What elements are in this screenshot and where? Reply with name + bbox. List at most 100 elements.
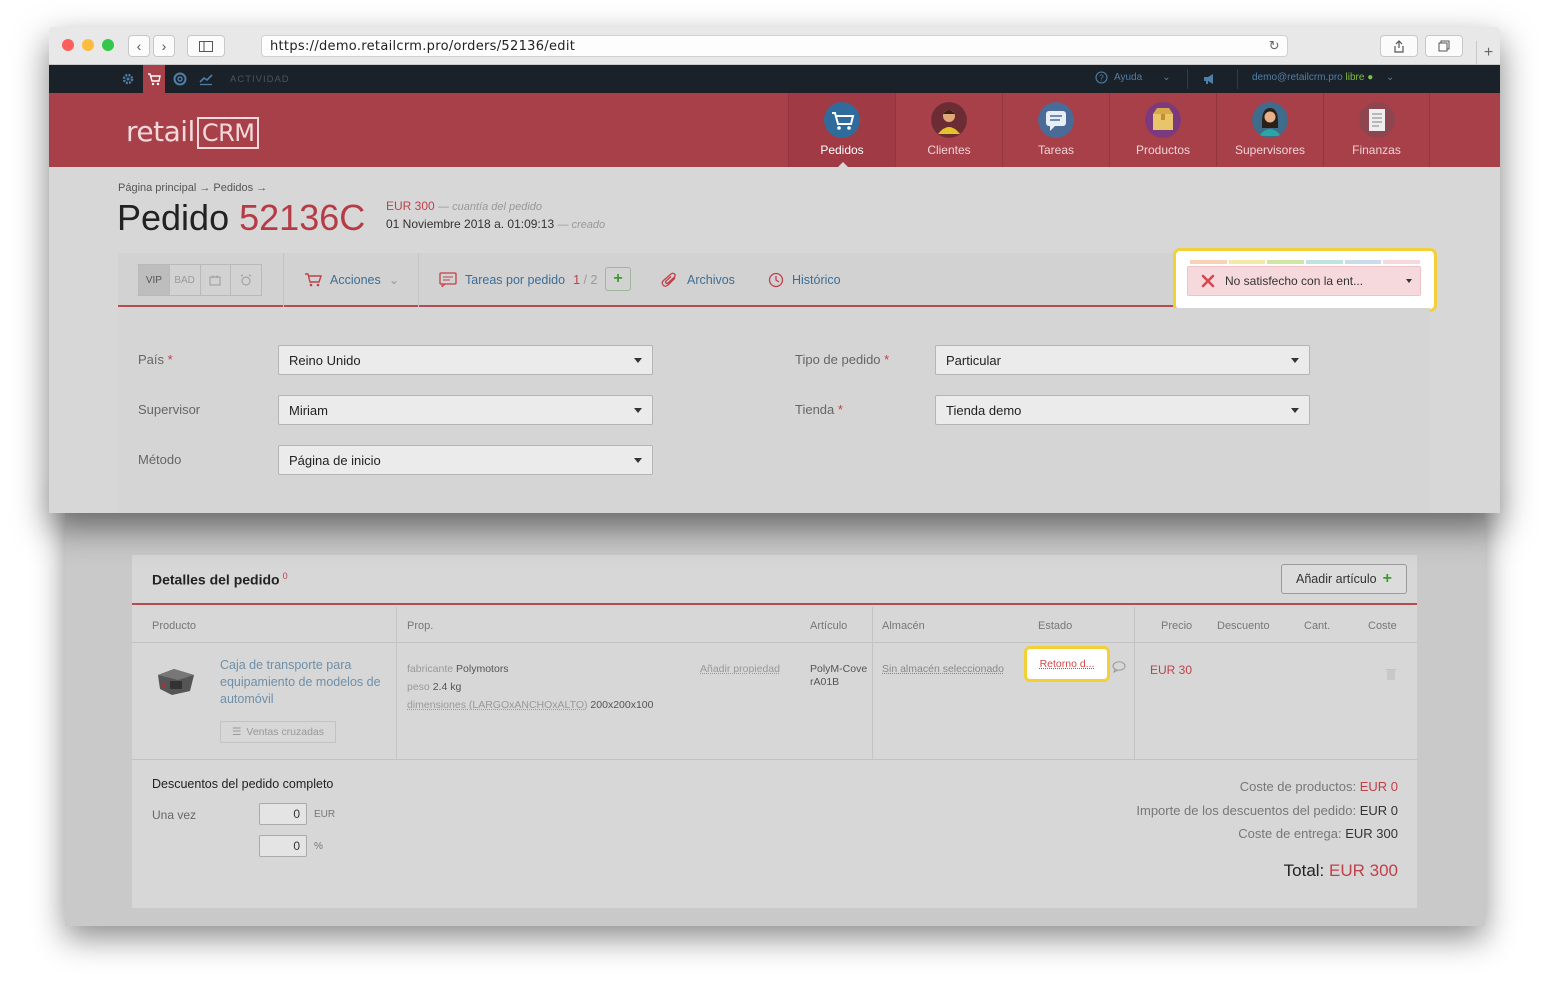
status-group-colors	[1190, 260, 1421, 264]
cross-sell-button[interactable]: ☰ Ventas cruzadas	[220, 721, 336, 743]
order-tags: VIP BAD	[138, 264, 262, 296]
history-label: Histórico	[792, 273, 841, 287]
url-text: https://demo.retailcrm.pro/orders/52136/…	[270, 39, 576, 54]
reload-icon[interactable]: ↻	[1269, 39, 1280, 54]
prop-dimensions: dimensiones (LARGOxANCHOxALTO) 200x200x1…	[407, 699, 653, 711]
order-total: Total: EUR 300	[1284, 861, 1398, 881]
megaphone-icon[interactable]	[1202, 72, 1216, 86]
dropdown-caret-icon	[634, 358, 642, 363]
tabs-button[interactable]	[1425, 35, 1463, 57]
tag-bad[interactable]: BAD	[170, 265, 201, 295]
discount-percent-input[interactable]: 0	[259, 835, 307, 857]
supervisor-select[interactable]: Miriam	[278, 395, 653, 425]
tag-vip[interactable]: VIP	[139, 265, 170, 295]
minimize-window-button[interactable]	[82, 39, 94, 51]
svg-text:?: ?	[1099, 74, 1104, 83]
store-select[interactable]: Tienda demo	[935, 395, 1310, 425]
order-type-value: Particular	[946, 353, 1001, 368]
actions-menu[interactable]: Acciones ⌄	[304, 272, 399, 287]
nav-productos[interactable]: Productos	[1109, 93, 1216, 167]
activity-label[interactable]: ACTIVIDAD	[230, 74, 290, 85]
sidebar-toggle-button[interactable]	[187, 35, 225, 57]
col-product: Producto	[152, 620, 197, 632]
delivery-cost-label: Coste de entrega:	[1238, 826, 1342, 841]
prop-manufacturer-value: Polymotors	[456, 663, 509, 675]
nav-pedidos-label: Pedidos	[820, 143, 864, 157]
back-button[interactable]: ‹	[128, 35, 150, 57]
plus-icon: +	[613, 270, 623, 287]
order-details-window: Detalles del pedido 0 Añadir artículo + Pr…	[65, 490, 1485, 926]
comment-icon[interactable]	[1112, 661, 1126, 673]
order-amount-note: — cuantía del pedido	[438, 201, 543, 213]
tag-calendar[interactable]	[201, 265, 232, 295]
country-label: País *	[138, 352, 173, 367]
country-select[interactable]: Reino Unido	[278, 345, 653, 375]
table-row: Caja de transporte para equipamiento de …	[132, 643, 1417, 760]
finance-document-icon	[1358, 102, 1395, 138]
order-status-value: No satisfecho con la ent...	[1225, 274, 1364, 288]
analytics-chart-icon[interactable]	[199, 72, 213, 86]
list-icon: ☰	[231, 726, 242, 738]
status-color-swatch	[1228, 260, 1266, 264]
order-details-title: Detalles del pedido 0	[152, 571, 288, 588]
add-item-button[interactable]: Añadir artículo +	[1281, 564, 1407, 594]
item-price: EUR 30	[1150, 663, 1193, 677]
nav-pedidos[interactable]: Pedidos	[788, 93, 895, 168]
products-cost: Coste de productos: EUR 0	[1240, 779, 1398, 794]
nav-supervisores[interactable]: Supervisores	[1216, 93, 1323, 167]
retailcrm-logo[interactable]: retail CRM	[126, 115, 260, 149]
discount-amount-unit: EUR	[314, 809, 336, 820]
nav-finanzas[interactable]: Finanzas	[1323, 93, 1430, 167]
address-bar[interactable]: https://demo.retailcrm.pro/orders/52136/…	[261, 35, 1288, 57]
close-window-button[interactable]	[62, 39, 74, 51]
col-article: Artículo	[810, 620, 848, 632]
orders-shortcut[interactable]	[143, 65, 165, 93]
order-details-card: Detalles del pedido 0 Añadir artículo + Pr…	[132, 555, 1417, 908]
chevron-down-icon: ⌄	[388, 273, 400, 287]
new-tab-button[interactable]: +	[1476, 41, 1500, 65]
nav-clientes[interactable]: Clientes	[895, 93, 1002, 167]
product-thumbnail[interactable]	[154, 663, 198, 699]
help-menu[interactable]: ? Ayuda ⌄	[1095, 71, 1171, 84]
status-color-swatch	[1306, 260, 1343, 264]
item-status-link[interactable]: Retorno d...	[1024, 646, 1110, 682]
order-status-dropdown[interactable]: No satisfecho con la ent...	[1187, 266, 1421, 296]
settings-gear-icon[interactable]	[121, 72, 135, 86]
breadcrumb[interactable]: Página principal → Pedidos →	[118, 182, 267, 194]
method-select[interactable]: Página de inicio	[278, 445, 653, 475]
cart-icon	[148, 73, 161, 86]
add-task-button[interactable]: +	[605, 267, 631, 291]
items-table-header: Producto Prop. Artículo Almacén Estado P…	[132, 607, 1417, 643]
forward-button[interactable]: ›	[153, 35, 175, 57]
order-created: 01 Noviembre 2018 a. 01:09:13 — creado	[386, 217, 605, 231]
country-label-text: País	[138, 352, 165, 367]
user-email: demo@retailcrm.pro	[1252, 72, 1343, 83]
share-button[interactable]	[1380, 35, 1418, 57]
support-lifebuoy-icon[interactable]	[173, 72, 187, 86]
order-type-select[interactable]: Particular	[935, 345, 1310, 375]
files-label: Archivos	[687, 273, 735, 287]
nav-productos-label: Productos	[1135, 143, 1191, 157]
order-number: 52136C	[239, 197, 366, 238]
prop-weight-label: peso	[407, 681, 430, 693]
maximize-window-button[interactable]	[102, 39, 114, 51]
product-name-link[interactable]: Caja de transporte para equipamiento de …	[220, 657, 390, 708]
files-link[interactable]: Archivos	[661, 272, 735, 288]
order-tasks-link[interactable]: Tareas por pedido 1 / 2	[439, 272, 597, 287]
user-menu[interactable]: demo@retailcrm.pro libre ● ⌄	[1252, 72, 1394, 83]
supervisor-label: Supervisor	[138, 402, 201, 417]
discounts-amount-value: EUR 0	[1359, 803, 1398, 818]
order-details-count: 0	[282, 571, 288, 581]
logo-text-retail: retail	[126, 115, 195, 148]
tag-alarm[interactable]	[231, 265, 261, 295]
order-total-label: Total:	[1283, 861, 1325, 880]
country-value: Reino Unido	[289, 353, 361, 368]
warehouse-select-link[interactable]: Sin almacén seleccionado	[882, 663, 1004, 675]
trash-icon[interactable]	[1385, 667, 1397, 681]
browser-window: ‹ › https://demo.retailcrm.pro/orders/52…	[49, 27, 1500, 513]
add-property-link[interactable]: Añadir propiedad	[700, 663, 780, 675]
history-link[interactable]: Histórico	[768, 272, 841, 288]
discount-amount-input[interactable]: 0	[259, 803, 307, 825]
nav-tareas[interactable]: Tareas	[1002, 93, 1109, 167]
col-price: Precio	[1161, 620, 1193, 632]
